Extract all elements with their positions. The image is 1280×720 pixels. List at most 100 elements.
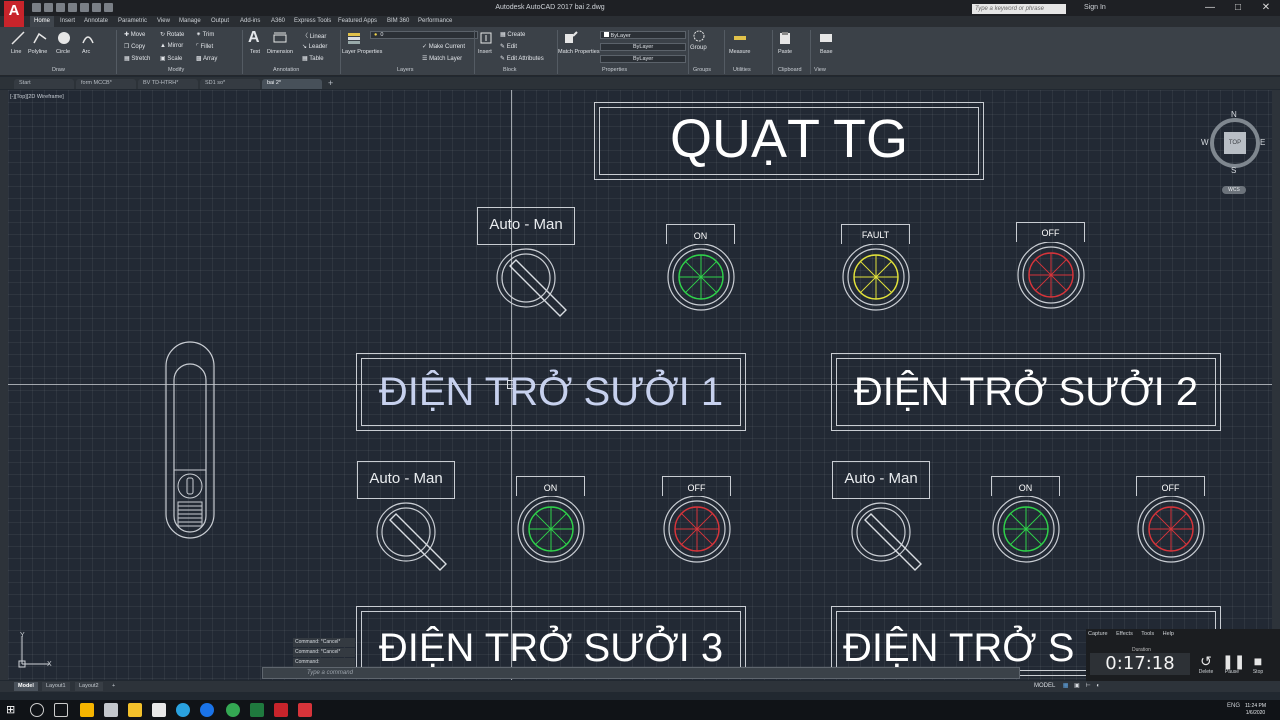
match-layer-button[interactable]: ☰ Match Layer — [422, 55, 462, 62]
selector-label-heater2[interactable]: Auto - Man — [832, 461, 930, 499]
tab-home[interactable]: Home — [30, 16, 55, 27]
tab-featured-apps[interactable]: Featured Apps — [338, 18, 377, 24]
lamp-caption-h1-off[interactable]: OFF — [662, 476, 731, 496]
dimension-icon[interactable] — [273, 31, 287, 45]
array-button[interactable]: ▩ Array — [196, 55, 217, 62]
selector-switch-heater2[interactable] — [849, 500, 927, 574]
telegram-icon[interactable] — [176, 703, 190, 717]
autocad-logo-button[interactable]: A — [4, 1, 24, 27]
text-icon[interactable]: A — [248, 29, 260, 47]
tab-layout1[interactable]: Layout1 — [42, 682, 70, 691]
lamp-caption-h2-off[interactable]: OFF — [1136, 476, 1205, 496]
windows-start-icon[interactable]: ⊞ — [6, 703, 20, 717]
measure-icon[interactable] — [733, 31, 747, 45]
doc-tab-sd1[interactable]: SD1 so* — [200, 79, 260, 89]
text-button[interactable]: Text — [250, 49, 260, 55]
minimize-icon[interactable]: — — [1196, 0, 1224, 16]
properties-panel-label[interactable]: Properties — [602, 67, 627, 73]
make-current-button[interactable]: ✓ Make Current — [422, 43, 465, 50]
selector-label-heater1[interactable]: Auto - Man — [357, 461, 455, 499]
command-line-input[interactable]: Type a command — [262, 667, 1020, 679]
lamp-caption-fan-fault[interactable]: FAULT — [841, 224, 910, 244]
compass-north[interactable]: N — [1231, 110, 1237, 119]
mirror-button[interactable]: ▲ Mirror — [160, 43, 183, 49]
app-icon-1[interactable] — [80, 703, 94, 717]
recorder-menu-help[interactable]: Help — [1163, 631, 1174, 637]
edit-block-button[interactable]: ✎ Edit — [500, 43, 517, 50]
tab-bim360[interactable]: BIM 360 — [387, 18, 409, 24]
app-icon-2[interactable] — [104, 703, 118, 717]
search-input[interactable]: Type a keyword or phrase — [972, 4, 1066, 14]
system-clock[interactable]: 11:24 PM 1/6/2020 — [1245, 703, 1266, 717]
block-panel-label[interactable]: Block — [503, 67, 516, 73]
indicator-lamp-h1-on[interactable] — [516, 496, 586, 566]
insert-block-icon[interactable] — [479, 31, 493, 45]
stretch-button[interactable]: ▦ Stretch — [124, 55, 150, 62]
group-button[interactable]: Group — [690, 45, 707, 51]
indicator-lamp-fan-on[interactable] — [666, 244, 736, 314]
tab-annotate[interactable]: Annotate — [84, 18, 108, 24]
layer-properties-button[interactable]: Layer Properties — [342, 49, 382, 55]
tab-addins[interactable]: Add-ins — [240, 18, 260, 24]
arc-button[interactable]: Arc — [82, 49, 90, 55]
indicator-lamp-h2-off[interactable] — [1136, 496, 1206, 566]
compass-south[interactable]: S — [1231, 166, 1236, 175]
sign-in-link[interactable]: Sign In — [1084, 4, 1106, 11]
group-icon[interactable] — [692, 29, 706, 43]
dimension-button[interactable]: Dimension — [267, 49, 293, 55]
viewcube-top-face[interactable]: TOP — [1224, 132, 1246, 154]
new-tab-icon[interactable]: + — [328, 78, 333, 88]
lamp-caption-h1-on[interactable]: ON — [516, 476, 585, 496]
tab-insert[interactable]: Insert — [60, 18, 75, 24]
drawing-title[interactable]: QUẠT TG — [594, 104, 984, 174]
doc-tab-form-mccb[interactable]: form MCCB* — [76, 79, 136, 89]
view-panel-label[interactable]: View — [814, 67, 826, 73]
doc-tab-bv-td[interactable]: BV TD-HTRH* — [138, 79, 198, 89]
layer-dropdown[interactable]: ● 0 — [370, 31, 478, 39]
linetype-dropdown[interactable]: ByLayer — [600, 43, 686, 51]
tab-a360[interactable]: A360 — [271, 18, 285, 24]
doc-tab-bai2[interactable]: bai 2* — [262, 79, 322, 89]
trim-button[interactable]: ⁕ Trim — [196, 31, 214, 38]
copy-button[interactable]: ❒ Copy — [124, 43, 145, 50]
delete-button[interactable]: ↺ Delete — [1196, 653, 1216, 675]
tab-manage[interactable]: Manage — [179, 18, 201, 24]
modify-panel-label[interactable]: Modify — [168, 67, 184, 73]
circle-button[interactable]: Circle — [56, 49, 70, 55]
scale-button[interactable]: ▣ Scale — [160, 55, 182, 62]
tab-output[interactable]: Output — [211, 18, 229, 24]
doc-tab-start[interactable]: Start — [14, 79, 74, 89]
base-view-icon[interactable] — [819, 31, 833, 45]
tab-view[interactable]: View — [157, 18, 170, 24]
line-button[interactable]: Line — [11, 49, 21, 55]
viewport-controls-label[interactable]: [-][Top][2D Wireframe] — [10, 94, 64, 100]
compass-east[interactable]: E — [1260, 138, 1265, 147]
ortho-icon[interactable]: ⊢ — [1085, 683, 1090, 689]
selector-switch-fan[interactable] — [494, 246, 572, 320]
match-properties-button[interactable]: Match Properties — [558, 49, 600, 55]
excel-icon[interactable] — [250, 703, 264, 717]
paste-icon[interactable] — [778, 31, 792, 45]
app-icon-3[interactable] — [200, 703, 214, 717]
utilities-panel-label[interactable]: Utilities — [733, 67, 751, 73]
close-icon[interactable]: ✕ — [1252, 0, 1280, 16]
indicator-lamp-h2-on[interactable] — [991, 496, 1061, 566]
lamp-caption-fan-on[interactable]: ON — [666, 224, 735, 244]
recorder-menu-capture[interactable]: Capture — [1088, 631, 1108, 637]
move-button[interactable]: ✚ Move — [124, 31, 145, 38]
selector-switch-heater1[interactable] — [374, 500, 452, 574]
heater1-label[interactable]: ĐIỆN TRỞ SƯỞI 1 — [356, 356, 746, 428]
match-properties-icon[interactable] — [564, 31, 578, 45]
table-button[interactable]: ▦ Table — [302, 55, 324, 62]
indicator-lamp-fan-off[interactable] — [1016, 242, 1086, 312]
polyline-icon[interactable] — [33, 31, 47, 45]
stop-button[interactable]: ■ Stop — [1248, 653, 1268, 675]
insert-button[interactable]: Insert — [478, 49, 492, 55]
annotation-panel-label[interactable]: Annotation — [273, 67, 299, 73]
pause-button[interactable]: ❚❚ Pause — [1222, 653, 1245, 675]
tray-language[interactable]: ENG — [1227, 703, 1240, 709]
draw-panel-label[interactable]: Draw — [52, 67, 65, 73]
recorder-menu-effects[interactable]: Effects — [1116, 631, 1133, 637]
tab-model[interactable]: Model — [14, 682, 38, 691]
create-block-button[interactable]: ▦ Create — [500, 31, 525, 38]
